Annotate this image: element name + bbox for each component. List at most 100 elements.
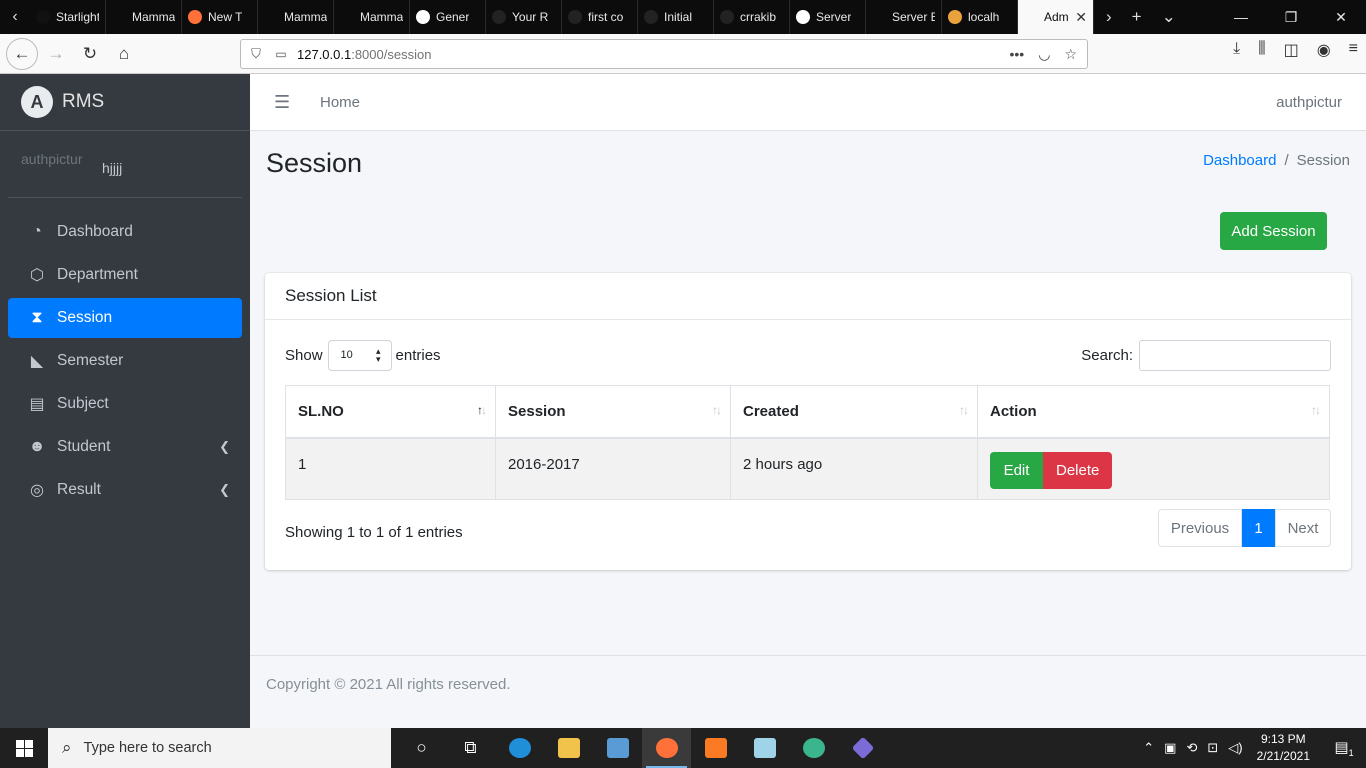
sidebar-item-department[interactable]: ⬡ Department xyxy=(8,255,242,295)
browser-tab[interactable]: New T xyxy=(182,0,258,34)
back-icon[interactable]: ← xyxy=(6,37,38,70)
browser-tab[interactable]: Starlight R xyxy=(30,0,106,34)
card-title: Session List xyxy=(265,273,1351,320)
browser-tab[interactable]: Server Erro xyxy=(866,0,942,34)
reload-icon[interactable]: ↻ xyxy=(74,38,106,70)
tray-update-icon[interactable]: ⟲ xyxy=(1186,740,1197,756)
tab-favicon-icon xyxy=(264,10,278,24)
edit-button[interactable]: Edit xyxy=(990,451,1043,489)
delete-button[interactable]: Delete xyxy=(1043,451,1113,489)
search-input[interactable] xyxy=(1139,339,1331,371)
task-view-icon[interactable]: ⧉ xyxy=(446,728,495,768)
browser-tab[interactable]: Gener xyxy=(410,0,486,34)
tab-scroll-left-icon[interactable]: ‹ xyxy=(0,0,30,34)
sidebar-item-student[interactable]: ☻ Student ❮ xyxy=(8,427,242,467)
book-icon: ▤ xyxy=(29,396,45,413)
taskbar-search[interactable]: ⌕ Type here to search xyxy=(48,728,391,768)
sidebar-item-dashboard[interactable]: ◔ Dashboard xyxy=(8,212,242,252)
page-actions-icon[interactable]: ••• xyxy=(1010,46,1025,63)
menu-icon[interactable]: ≡ xyxy=(1349,40,1358,60)
sidebar-item-semester[interactable]: ◣ Semester xyxy=(8,341,242,381)
xampp-icon[interactable] xyxy=(691,728,740,768)
column-header-sl[interactable]: SL.NO ↑↓ xyxy=(285,385,496,439)
tab-favicon-icon xyxy=(416,10,430,24)
tab-label: Mamma's xyxy=(360,10,403,24)
browser-tab[interactable]: Your R xyxy=(486,0,562,34)
url-path: :8000/session xyxy=(351,46,432,62)
browser-tab[interactable]: Mamma's xyxy=(334,0,410,34)
hamburger-menu-icon[interactable]: ☰ xyxy=(274,92,290,113)
browser-tab[interactable]: Mamma's xyxy=(258,0,334,34)
git-icon[interactable] xyxy=(838,728,887,768)
notification-center-icon[interactable]: ▤1 xyxy=(1330,738,1358,758)
column-header-action[interactable]: Action ↑↓ xyxy=(977,385,1330,439)
downloads-icon[interactable]: ⤓ xyxy=(1233,40,1240,60)
browser-tab[interactable]: crrakib xyxy=(714,0,790,34)
firefox-icon[interactable] xyxy=(642,728,691,768)
user-avatar: authpictur xyxy=(21,151,83,167)
browser-tab[interactable]: Initial xyxy=(638,0,714,34)
column-header-session[interactable]: Session ↑↓ xyxy=(495,385,731,439)
store-icon[interactable] xyxy=(593,728,642,768)
restore-icon[interactable]: ❐ xyxy=(1266,9,1316,26)
column-header-label: Created xyxy=(743,402,799,420)
breadcrumb-current: Session xyxy=(1296,152,1350,169)
browser-tab[interactable]: Mamma's xyxy=(106,0,182,34)
pocket-icon[interactable]: ◡ xyxy=(1038,46,1050,63)
windows-logo-icon xyxy=(15,739,33,757)
sidebar-item-session[interactable]: ⧗ Session xyxy=(8,298,242,338)
tab-scroll-right-icon[interactable]: › xyxy=(1106,7,1112,27)
add-session-button[interactable]: Add Session xyxy=(1220,212,1327,250)
tab-actions: › + ⌄ xyxy=(1106,0,1176,34)
sidebar-item-subject[interactable]: ▤ Subject xyxy=(8,384,242,424)
tray-chevron-icon[interactable]: ⌃ xyxy=(1143,740,1154,756)
tab-list: Starlight R Mamma's New T Mamma's Mamma's Gen… xyxy=(30,0,1094,34)
tab-list-chevron-icon[interactable]: ⌄ xyxy=(1162,7,1176,27)
sidebar-item-result[interactable]: ◎ Result ❮ xyxy=(8,470,242,510)
breadcrumb-separator: / xyxy=(1284,152,1289,169)
brand-link[interactable]: A RMS xyxy=(0,74,250,131)
account-icon[interactable]: ◉ xyxy=(1317,40,1331,60)
atom-icon[interactable] xyxy=(789,728,838,768)
file-explorer-icon[interactable] xyxy=(544,728,593,768)
browser-tab[interactable]: Admin ✕ xyxy=(1018,0,1094,34)
network-icon[interactable]: ⊡ xyxy=(1207,740,1218,756)
header-user[interactable]: authpictur xyxy=(1276,94,1342,111)
tab-label: Server xyxy=(816,10,852,24)
bookmark-star-icon[interactable]: ☆ xyxy=(1064,46,1077,63)
edge-icon[interactable] xyxy=(495,728,544,768)
close-window-icon[interactable]: ✕ xyxy=(1316,9,1366,26)
url-bar[interactable]: ⛉ ▭ 127.0.0.1:8000/session ••• ◡ ☆ xyxy=(240,39,1088,69)
column-header-created[interactable]: Created ↑↓ xyxy=(730,385,978,439)
page-info-icon[interactable]: ▭ xyxy=(271,47,291,61)
pagination-page-current[interactable]: 1 xyxy=(1242,509,1275,547)
home-link[interactable]: Home xyxy=(320,94,360,111)
tray-app-icon[interactable]: ▣ xyxy=(1164,740,1176,756)
library-icon[interactable]: ⫼ xyxy=(1258,40,1265,60)
notepad-icon[interactable] xyxy=(740,728,789,768)
user-name-link[interactable]: hjjjj xyxy=(102,160,122,176)
tab-close-icon[interactable]: ✕ xyxy=(1075,9,1087,26)
clock[interactable]: 9:13 PM 2/21/2021 xyxy=(1257,731,1310,765)
search-label: Search: xyxy=(1081,346,1133,364)
browser-tab[interactable]: Server xyxy=(790,0,866,34)
sort-icon: ↑↓ xyxy=(959,403,969,417)
start-button[interactable] xyxy=(0,728,48,768)
cortana-icon[interactable]: ○ xyxy=(397,728,446,768)
volume-icon[interactable]: ◁) xyxy=(1228,740,1242,756)
tab-label: New T xyxy=(208,10,243,24)
browser-tab[interactable]: first co xyxy=(562,0,638,34)
minimize-icon[interactable]: — xyxy=(1216,9,1266,25)
forward-icon[interactable]: → xyxy=(40,38,72,70)
table-header-row: SL.NO ↑↓ Session ↑↓ Created ↑↓ Action ↑↓ xyxy=(285,385,1330,439)
pagination-next[interactable]: Next xyxy=(1275,509,1331,547)
sidebar-toggle-icon[interactable]: ◫ xyxy=(1284,40,1299,60)
browser-tab[interactable]: localh xyxy=(942,0,1018,34)
pagination-previous[interactable]: Previous xyxy=(1158,509,1242,547)
entries-select[interactable]: 10 ▴ ▾ xyxy=(327,339,392,371)
new-tab-icon[interactable]: + xyxy=(1132,7,1142,27)
shield-icon[interactable]: ⛉ xyxy=(241,46,271,62)
breadcrumb-dashboard-link[interactable]: Dashboard xyxy=(1203,152,1276,169)
home-icon[interactable]: ⌂ xyxy=(108,38,140,70)
hourglass-icon: ⧗ xyxy=(31,309,43,326)
